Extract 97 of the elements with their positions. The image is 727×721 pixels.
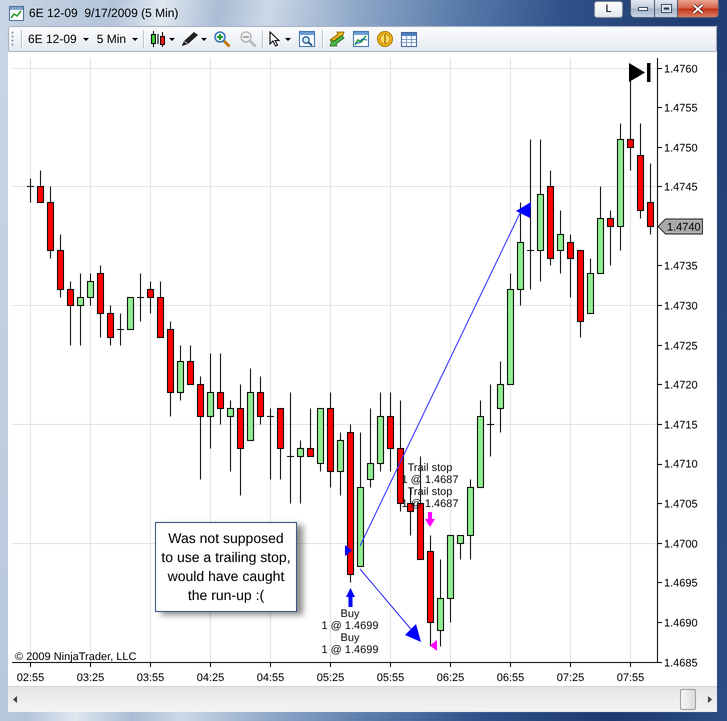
table-icon[interactable] [401,32,418,46]
caret-icon [82,38,89,40]
title-bar-button[interactable]: L [594,1,623,18]
order-label: Buy [340,632,360,644]
candle [266,408,274,480]
price-label: 1.4750 [664,142,698,154]
chart-window-icon[interactable] [9,6,24,20]
time-label: 04:55 [256,672,284,684]
time-label: 05:25 [316,672,344,684]
cursor-icon[interactable] [269,31,282,47]
candle [307,408,314,457]
minimize-button[interactable] [630,0,654,18]
window-title: 6E 12-09 9/17/2009 (5 Min) [29,6,178,20]
maximize-icon [660,4,672,13]
time-label: 03:25 [76,672,104,684]
time-label: 07:55 [616,672,644,684]
price-label: 1.4725 [664,340,698,352]
interval-dropdown[interactable]: 5 Min [94,31,140,47]
candle [127,297,134,330]
candle [567,234,574,298]
candle [187,345,194,385]
caret-icon[interactable] [201,38,208,40]
candle [647,163,654,235]
candle [116,313,124,346]
price-label: 1.4760 [664,64,698,76]
maximize-button[interactable] [654,0,677,18]
candle [257,376,264,425]
triangle-marker-icon [430,640,437,651]
candle [157,281,164,338]
time-label: 06:55 [496,672,524,684]
time-label: 03:55 [136,672,164,684]
candle [57,234,64,298]
instrument-dropdown[interactable]: 6E 12-09 [26,31,91,47]
candle [297,440,304,504]
time-label: 04:25 [196,672,224,684]
price-label: 1.4745 [664,182,698,194]
caret-icon[interactable] [285,38,292,40]
candle [87,273,94,306]
time-label: 06:25 [436,672,464,684]
last-price-tag: 1.4740 [657,218,703,234]
scrollbar-thumb[interactable] [680,689,696,710]
candle [277,408,284,480]
coin-icon[interactable] [377,31,394,47]
price-label: 1.4755 [664,102,698,114]
caret-icon[interactable] [169,38,176,40]
price-label: 1.4730 [664,300,698,312]
minimize-icon [638,6,648,10]
down-arrow-icon [425,512,435,527]
caret-icon [132,38,138,40]
horizontal-scrollbar[interactable] [8,686,717,712]
up-arrow-icon [346,588,355,607]
candle [457,535,464,560]
candle [217,353,224,425]
candle [67,281,74,346]
candle [37,170,44,203]
order-price-label: 1 @ 1.4699 [321,620,379,632]
price-label: 1.4710 [664,458,698,470]
zoom-in-icon[interactable] [214,31,230,47]
candle [497,361,504,433]
price-label: 1.4685 [664,658,698,670]
price-label: 1.4735 [664,260,698,272]
close-icon [692,4,704,14]
price-label: 1.4700 [664,538,698,550]
time-label: 02:55 [16,672,44,684]
candle [107,305,114,346]
arrows-icon[interactable] [329,31,346,47]
copyright-text: © 2009 NinjaTrader, LLC [15,651,136,663]
magnifier-window-icon[interactable] [299,31,316,47]
line-chart-icon[interactable] [353,31,370,47]
candle [337,432,344,496]
price-label: 1.4715 [664,420,698,432]
candle [607,210,614,266]
scroll-left-icon[interactable] [13,696,17,703]
candle [147,281,154,314]
scroll-right-icon[interactable] [708,696,712,703]
candle [136,273,144,322]
price-label: 1.4720 [664,380,698,392]
grip-icon[interactable] [11,30,14,48]
time-label: 05:55 [376,672,404,684]
candlestick-icon[interactable] [149,31,168,47]
price-label: 1.4695 [664,578,698,590]
order-label: Buy [340,608,360,620]
candle [587,258,594,314]
skip-to-end-icon[interactable] [629,63,650,82]
price-label: 1.4705 [664,498,698,510]
candle [557,210,564,274]
time-label: 07:25 [556,672,584,684]
candle [177,345,184,401]
order-price-label: 1 @ 1.4699 [321,644,379,656]
close-button[interactable] [677,0,719,18]
triangle-marker-icon [345,545,352,556]
candle [26,178,34,203]
pencil-icon[interactable] [181,31,200,47]
price-label: 1.4690 [664,618,698,630]
candle [317,408,324,472]
candle [227,400,234,472]
note-callout: Was not supposed to use a trailing stop, would have caught the run-up :( [155,522,297,612]
